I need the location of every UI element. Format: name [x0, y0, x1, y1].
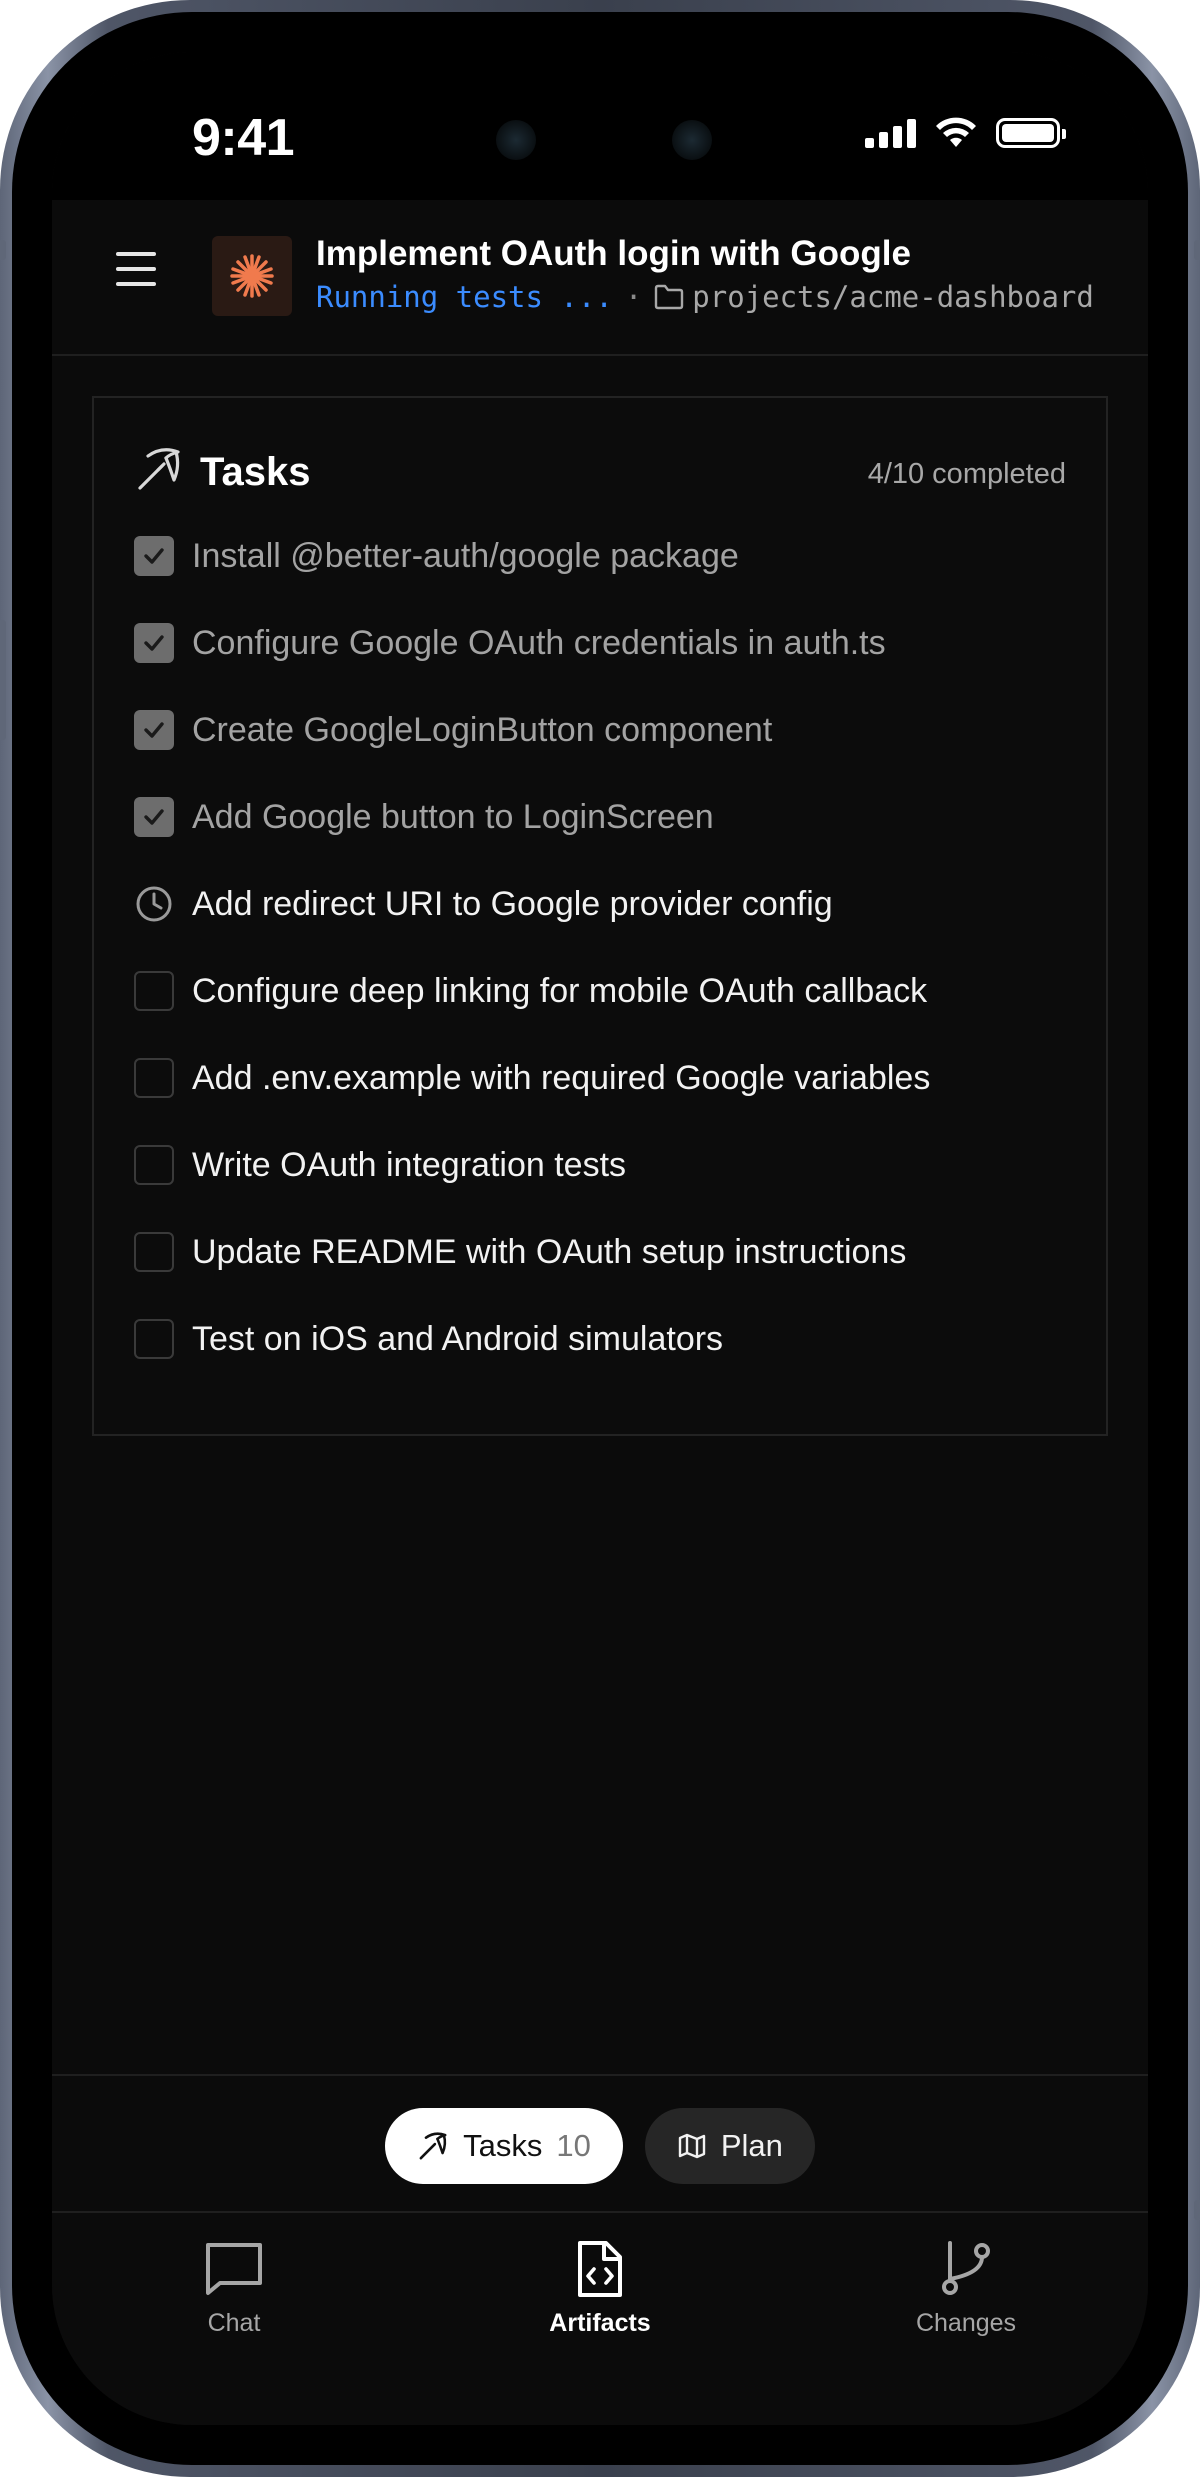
task-item[interactable]: Update README with OAuth setup instructi… [134, 1232, 1076, 1319]
plan-pill-button[interactable]: Plan [644, 2108, 815, 2184]
code-file-icon [578, 2241, 622, 2297]
device-side-button [1194, 2200, 1200, 2220]
folder-icon [655, 284, 684, 310]
run-status: Running tests ... [316, 280, 613, 314]
clock-icon [136, 886, 172, 922]
task-item[interactable]: Configure Google OAuth credentials in au… [134, 623, 1076, 710]
conversation-subtitle: Running tests ... · projects/acme-dashbo… [316, 280, 1094, 314]
task-label: Configure Google OAuth credentials in au… [192, 624, 886, 662]
checked-checkbox-icon[interactable] [134, 536, 174, 576]
task-label: Configure deep linking for mobile OAuth … [192, 972, 928, 1010]
device-side-button [0, 240, 6, 260]
status-icons [865, 116, 1066, 150]
divider [52, 2074, 1148, 2076]
pickaxe-icon [419, 2132, 447, 2160]
nav-artifacts[interactable]: Artifacts [500, 2239, 700, 2338]
menu-icon[interactable] [116, 252, 156, 292]
tasks-pill-label: Tasks [463, 2128, 543, 2163]
map-icon [678, 2133, 706, 2159]
task-label: Add Google button to LoginScreen [192, 798, 714, 836]
checked-checkbox-icon[interactable] [134, 623, 174, 663]
task-list: Install @better-auth/google package Conf… [134, 536, 1076, 1406]
project-path[interactable]: projects/acme-dashboard [692, 280, 1094, 314]
separator: · [624, 280, 643, 314]
task-item[interactable]: Add .env.example with required Google va… [134, 1058, 1076, 1145]
bottom-nav: Chat Artifacts Changes [52, 2213, 1148, 2425]
task-label: Update README with OAuth setup instructi… [192, 1233, 907, 1271]
camera-dot [672, 120, 712, 160]
tasks-card: Tasks 4/10 completed Install @better-aut… [92, 396, 1108, 1436]
tasks-header: Tasks 4/10 completed [134, 444, 1066, 498]
nav-chat-label: Chat [207, 2309, 261, 2337]
device-frame: 9:41 Implement OAuth login with Google R… [0, 0, 1200, 2477]
wifi-icon [936, 117, 976, 147]
sensor-dot [496, 120, 536, 160]
empty-checkbox-icon[interactable] [134, 1232, 174, 1272]
empty-checkbox-icon[interactable] [134, 971, 174, 1011]
task-label: Test on iOS and Android simulators [192, 1320, 724, 1358]
checked-checkbox-icon[interactable] [134, 710, 174, 750]
device-side-button [1194, 240, 1200, 260]
nav-changes-label: Changes [915, 2309, 1017, 2337]
status-time: 9:41 [192, 109, 295, 167]
dynamic-island [440, 92, 760, 188]
tasks-progress: 4/10 completed [867, 458, 1066, 490]
task-item[interactable]: Add Google button to LoginScreen [134, 797, 1076, 884]
cellular-signal-icon [865, 118, 916, 148]
conversation-title: Implement OAuth login with Google [316, 234, 911, 273]
checked-checkbox-icon[interactable] [134, 797, 174, 837]
tasks-pill-button[interactable]: Tasks 10 [385, 2108, 623, 2184]
task-item[interactable]: Create GoogleLoginButton component [134, 710, 1076, 797]
device-side-button [0, 620, 6, 740]
plan-pill-label: Plan [720, 2128, 783, 2163]
tasks-pill-count: 10 [556, 2128, 591, 2163]
empty-checkbox-icon[interactable] [134, 1058, 174, 1098]
sparkle-logo-icon [230, 254, 274, 298]
battery-icon [996, 118, 1066, 148]
task-label: Write OAuth integration tests [192, 1146, 627, 1184]
empty-checkbox-icon[interactable] [134, 1319, 174, 1359]
nav-changes[interactable]: Changes [866, 2239, 1066, 2338]
git-branch-icon [942, 2241, 990, 2295]
chat-bubble-icon [206, 2243, 262, 2295]
task-label: Create GoogleLoginButton component [192, 711, 773, 749]
task-item[interactable]: Test on iOS and Android simulators [134, 1319, 1076, 1406]
nav-chat[interactable]: Chat [134, 2239, 334, 2338]
task-label: Add .env.example with required Google va… [192, 1059, 931, 1097]
project-logo [212, 236, 292, 316]
chat-header: Implement OAuth login with Google Runnin… [52, 200, 1148, 356]
status-bar: 9:41 [52, 52, 1148, 200]
task-label: Install @better-auth/google package [192, 537, 739, 575]
screen: 9:41 Implement OAuth login with Google R… [52, 52, 1148, 2425]
tasks-title: Tasks [200, 450, 311, 494]
task-item[interactable]: Add redirect URI to Google provider conf… [134, 884, 1076, 971]
task-item[interactable]: Write OAuth integration tests [134, 1145, 1076, 1232]
empty-checkbox-icon[interactable] [134, 1145, 174, 1185]
nav-artifacts-label: Artifacts [549, 2309, 651, 2337]
pickaxe-icon [138, 448, 180, 490]
task-item[interactable]: Install @better-auth/google package [134, 536, 1076, 623]
task-label: Add redirect URI to Google provider conf… [192, 885, 833, 923]
task-item[interactable]: Configure deep linking for mobile OAuth … [134, 971, 1076, 1058]
view-switcher: Tasks 10 Plan [52, 2108, 1148, 2184]
